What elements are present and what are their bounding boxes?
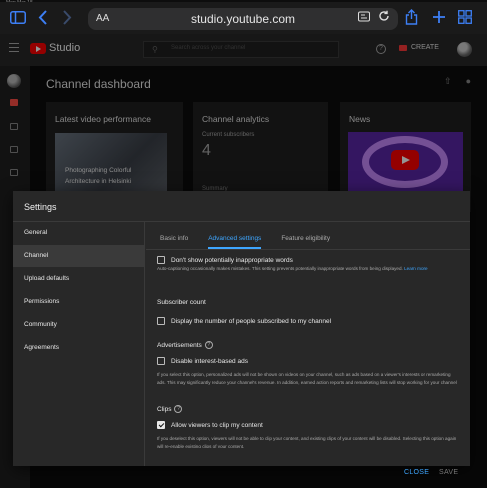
- address-bar[interactable]: AA studio.youtube.com: [88, 8, 398, 30]
- help-text: If you select this option, personalized …: [157, 372, 457, 385]
- tab-feature-eligibility[interactable]: Feature eligibility: [281, 235, 330, 242]
- inappropriate-words-option[interactable]: Don't show potentially inappropriate wor…: [157, 256, 293, 264]
- close-button[interactable]: CLOSE: [404, 469, 429, 476]
- sidebar-item-agreements[interactable]: Agreements: [13, 337, 144, 359]
- section-heading-clips: Clips ?: [157, 405, 183, 413]
- sidebar-item-general[interactable]: General: [13, 222, 144, 244]
- section-heading-advertisements: Advertisements ?: [157, 341, 213, 349]
- interest-ads-checkbox[interactable]: [157, 357, 165, 365]
- interest-ads-option[interactable]: Disable interest-based ads: [157, 357, 248, 365]
- sidebar-item-permissions[interactable]: Permissions: [13, 291, 144, 313]
- share-icon[interactable]: [405, 9, 418, 28]
- advanced-settings-panel[interactable]: Don't show potentially inappropriate wor…: [157, 250, 463, 448]
- back-icon[interactable]: [38, 10, 48, 28]
- sidebar-item-community[interactable]: Community: [13, 314, 144, 336]
- url-text[interactable]: studio.youtube.com: [88, 12, 398, 26]
- learn-more-link[interactable]: Learn more: [404, 266, 428, 271]
- sidebar-item-upload-defaults[interactable]: Upload defaults: [13, 268, 144, 290]
- save-button[interactable]: SAVE: [439, 469, 458, 476]
- sidebar-item-channel[interactable]: Channel: [13, 245, 144, 267]
- dialog-title: Settings: [24, 202, 57, 212]
- settings-dialog: Settings General Channel Upload defaults…: [13, 191, 470, 476]
- inappropriate-words-checkbox[interactable]: [157, 256, 165, 264]
- help-circle-icon[interactable]: ?: [204, 341, 213, 349]
- clips-checkbox[interactable]: [157, 421, 165, 429]
- section-heading-text: Clips: [157, 405, 172, 413]
- help-text: If you deselect this option, viewers wil…: [157, 436, 457, 448]
- tab-advanced-settings[interactable]: Advanced settings: [208, 235, 262, 249]
- section-heading-subscriber-count: Subscriber count: [157, 299, 206, 306]
- new-tab-icon[interactable]: [432, 10, 446, 27]
- help-text: Auto-captioning occasionally makes mista…: [157, 265, 457, 273]
- tab-basic-info[interactable]: Basic info: [160, 235, 188, 242]
- settings-tabs: Basic info Advanced settings Feature eli…: [160, 235, 330, 249]
- section-heading-text: Subscriber count: [157, 299, 206, 306]
- checkbox-label: Don't show potentially inappropriate wor…: [171, 256, 293, 264]
- tabs-overview-icon[interactable]: [458, 10, 472, 27]
- checkbox-label: Allow viewers to clip my content: [171, 421, 263, 429]
- subscriber-count-option[interactable]: Display the number of people subscribed …: [157, 317, 331, 325]
- subscriber-count-checkbox[interactable]: [157, 317, 165, 325]
- clips-option[interactable]: Allow viewers to clip my content: [157, 421, 263, 429]
- checkbox-label: Display the number of people subscribed …: [171, 317, 332, 325]
- sidebar-toggle-icon[interactable]: [10, 11, 26, 27]
- checkbox-label: Disable interest-based ads: [171, 357, 248, 365]
- browser-toolbar: AA studio.youtube.com: [0, 2, 487, 34]
- reload-icon[interactable]: [378, 10, 390, 25]
- extension-icon[interactable]: [358, 11, 370, 25]
- help-circle-icon[interactable]: ?: [174, 405, 183, 413]
- help-text-body: Auto-captioning occasionally makes mista…: [157, 266, 403, 271]
- settings-sidebar: General Channel Upload defaults Permissi…: [13, 222, 145, 466]
- forward-icon[interactable]: [62, 10, 72, 28]
- section-heading-text: Advertisements: [157, 341, 202, 349]
